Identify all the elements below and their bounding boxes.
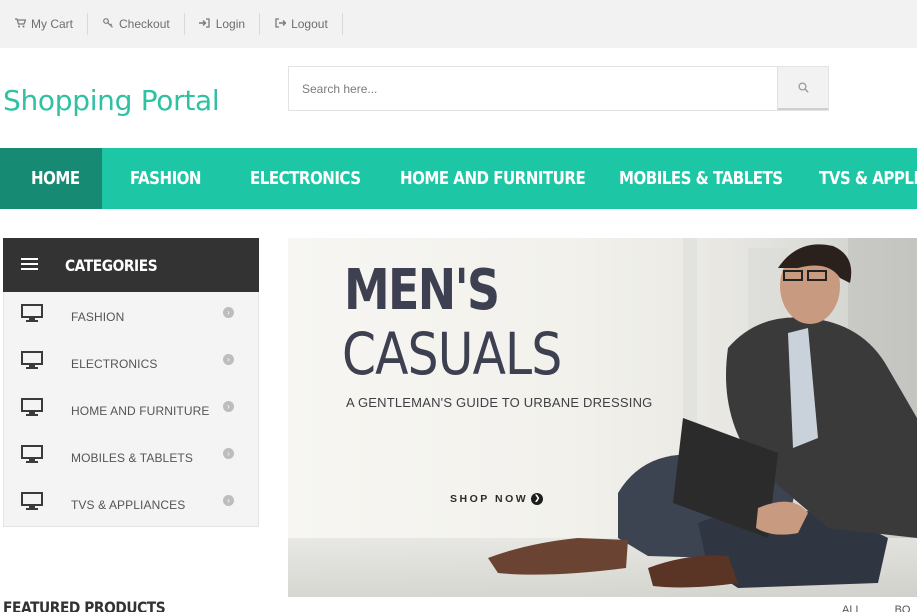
search-input[interactable]	[289, 67, 778, 110]
category-mobiles-tablets[interactable]: MOBILES & TABLETS ›	[4, 433, 258, 480]
shop-now-label: SHOP NOW	[450, 493, 529, 505]
category-label: ELECTRONICS	[71, 357, 158, 371]
chevron-right-icon: ›	[223, 448, 234, 459]
search-button[interactable]	[777, 67, 828, 110]
chevron-right-icon: ❯	[531, 493, 544, 505]
banner-heading-line2: CASUALS	[342, 320, 562, 388]
nav-home-and-furniture-label: HOME AND FURNITURE	[400, 168, 586, 189]
key-icon	[102, 17, 114, 31]
tab-all[interactable]: ALL	[842, 604, 862, 612]
category-fashion[interactable]: FASHION ›	[4, 292, 258, 339]
category-label: HOME AND FURNITURE	[71, 404, 210, 418]
page: My Cart Checkout Login Logout Shopping P…	[0, 0, 917, 612]
category-home-and-furniture[interactable]: HOME AND FURNITURE ›	[4, 386, 258, 433]
sign-out-icon	[274, 17, 287, 31]
nav-electronics-label: ELECTRONICS	[250, 168, 361, 189]
sign-in-icon	[199, 17, 211, 31]
nav-home[interactable]: HOME	[0, 148, 102, 209]
nav-tvs-appliances-label: TVS & APPLIANCES	[819, 168, 917, 189]
nav-fashion-label: FASHION	[130, 168, 202, 189]
cart-icon	[14, 17, 26, 31]
chevron-right-icon: ›	[223, 354, 234, 365]
category-tvs-appliances[interactable]: TVS & APPLIANCES ›	[4, 480, 258, 527]
login-label: Login	[215, 17, 246, 31]
account-links: My Cart Checkout Login Logout	[0, 13, 343, 35]
category-electronics[interactable]: ELECTRONICS ›	[4, 339, 258, 386]
main-nav: HOME FASHION ELECTRONICS HOME AND FURNIT…	[0, 148, 917, 209]
monitor-icon	[21, 351, 43, 369]
search-icon	[797, 82, 809, 93]
monitor-icon	[21, 492, 43, 510]
chevron-right-icon: ›	[223, 495, 234, 506]
product-tabs: ALL BO	[842, 604, 910, 612]
checkout-link[interactable]: Checkout	[88, 13, 185, 35]
nav-electronics[interactable]: ELECTRONICS	[222, 148, 372, 209]
banner-subtitle: A GENTLEMAN'S GUIDE TO URBANE DRESSING	[346, 395, 653, 410]
nav-mobiles-tablets-label: MOBILES & TABLETS	[619, 168, 783, 189]
nav-mobiles-tablets[interactable]: MOBILES & TABLETS	[591, 148, 790, 209]
categories-header: CATEGORIES	[3, 238, 259, 292]
categories-list: FASHION › ELECTRONICS › HOME AND FURNITU…	[3, 292, 259, 527]
nav-fashion[interactable]: FASHION	[102, 148, 222, 209]
checkout-label: Checkout	[119, 17, 170, 31]
my-cart-link[interactable]: My Cart	[0, 13, 88, 35]
site-logo[interactable]: Shopping Portal	[3, 84, 220, 117]
nav-home-label: HOME	[31, 168, 80, 189]
search-bar	[288, 66, 829, 111]
chevron-right-icon: ›	[223, 307, 234, 318]
top-bar: My Cart Checkout Login Logout	[0, 0, 917, 48]
category-label: TVS & APPLIANCES	[71, 498, 186, 512]
logout-link[interactable]: Logout	[260, 13, 343, 35]
monitor-icon	[21, 445, 43, 463]
login-link[interactable]: Login	[185, 13, 261, 35]
monitor-icon	[21, 398, 43, 416]
category-label: FASHION	[71, 310, 125, 324]
tab-books[interactable]: BO	[895, 604, 911, 612]
monitor-icon	[21, 304, 43, 322]
menu-icon	[21, 258, 38, 271]
categories-title: CATEGORIES	[65, 255, 158, 275]
nav-home-and-furniture[interactable]: HOME AND FURNITURE	[372, 148, 591, 209]
nav-tvs-appliances[interactable]: TVS & APPLIANCES	[790, 148, 917, 209]
hero-banner[interactable]: MEN'S CASUALS A GENTLEMAN'S GUIDE TO URB…	[288, 238, 917, 597]
my-cart-label: My Cart	[31, 17, 73, 31]
category-label: MOBILES & TABLETS	[71, 451, 193, 465]
banner-heading-line1: MEN'S	[344, 258, 500, 323]
shop-now-link[interactable]: SHOP NOW ❯	[450, 493, 544, 505]
chevron-right-icon: ›	[223, 401, 234, 412]
featured-products-title: FEATURED PRODUCTS	[3, 598, 166, 612]
logout-label: Logout	[291, 17, 328, 31]
